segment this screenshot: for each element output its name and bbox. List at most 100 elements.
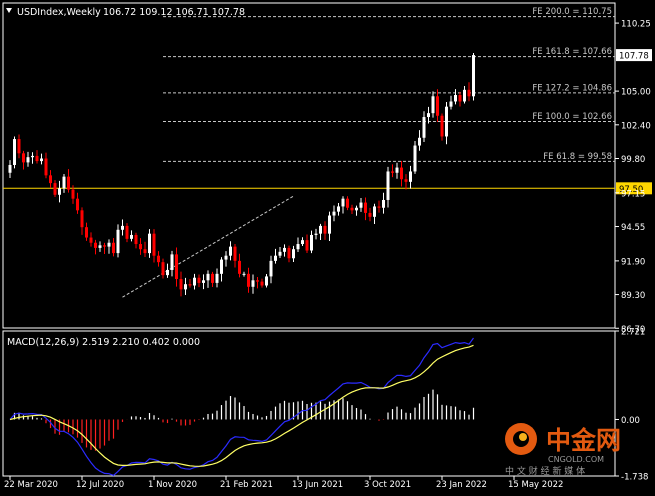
logo-dot	[519, 433, 527, 441]
time-tick-label: 13 Jun 2021	[292, 480, 343, 490]
candle-body	[341, 198, 345, 207]
candle-body	[8, 164, 12, 173]
price-tick-label: 94.55	[621, 223, 645, 233]
price-panel-frame	[2, 2, 616, 329]
candle-body	[67, 176, 70, 190]
candle-body	[157, 255, 160, 263]
last-price-tag-text: 107.78	[619, 52, 649, 62]
candle-body	[301, 240, 304, 245]
candle-body	[391, 171, 394, 173]
candle-body	[251, 280, 255, 287]
candle-body	[125, 225, 129, 239]
time-tick-label: 1 Nov 2020	[148, 480, 197, 490]
candle-body	[31, 155, 34, 158]
collapse-triangle-icon[interactable]	[6, 8, 12, 13]
candle-body	[80, 210, 84, 228]
candle-body	[373, 206, 376, 217]
candle-body	[256, 280, 259, 282]
macd-axis: 2.721 0.00 -1.738	[615, 328, 648, 483]
candle-body	[103, 245, 106, 247]
candle-body	[76, 198, 79, 211]
candle-body	[220, 259, 223, 274]
fib-level-label: FE 100.0 = 102.66	[532, 112, 612, 122]
candle-body	[49, 175, 52, 184]
candle-body	[440, 115, 444, 137]
macd-tick-label: 0.00	[621, 416, 640, 426]
candle-body	[202, 280, 205, 283]
candle-body	[359, 202, 363, 208]
candle-body	[116, 229, 120, 254]
candle-body	[40, 158, 43, 162]
fib-level-label: FE 161.8 = 107.66	[532, 47, 612, 57]
candle-body	[274, 255, 277, 261]
candle-body	[139, 244, 142, 250]
price-tick-label: 89.30	[621, 291, 645, 301]
candle-body	[94, 242, 97, 248]
candle-body	[310, 234, 313, 251]
candle-body	[53, 183, 57, 195]
candle-body	[337, 206, 340, 212]
candle-body	[247, 273, 250, 287]
candle-body	[350, 207, 354, 211]
candle-body	[355, 207, 358, 211]
candle-body	[445, 106, 448, 137]
price-tick-label: 99.80	[621, 155, 645, 165]
candle-body	[431, 96, 435, 114]
signal-line	[9, 344, 474, 467]
candle-body	[193, 277, 196, 286]
candle-body	[436, 96, 439, 116]
macd-tick-label: 2.721	[621, 328, 645, 338]
candle-body	[458, 95, 462, 102]
fibonacci-levels: FE 200.0 = 110.75 FE 161.8 = 107.66 FE 127…	[163, 7, 615, 162]
candle-body	[170, 254, 174, 270]
candle-body	[62, 176, 66, 189]
candle-body	[215, 273, 219, 283]
time-tick-label: 21 Feb 2021	[220, 480, 273, 490]
candle-body	[98, 245, 102, 248]
candle-body	[386, 171, 390, 200]
fib-level-label: FE 127.2 = 104.86	[532, 83, 612, 93]
candle-body	[242, 273, 246, 275]
macd-header: MACD(12,26,9) 2.519 2.210 0.402 0.000	[7, 337, 200, 348]
candle-body	[332, 211, 336, 216]
time-tick-label: 12 Jul 2020	[76, 480, 124, 490]
fib-level-label: FE 61.8 = 99.58	[543, 152, 612, 162]
candle-body	[148, 233, 151, 254]
candle-body	[395, 167, 399, 173]
candle-body	[71, 189, 75, 199]
candle-body	[44, 158, 48, 176]
candle-body	[382, 199, 385, 208]
candle-body	[364, 202, 367, 213]
candle-body	[377, 206, 381, 208]
time-tick-label: 23 Jan 2022	[436, 480, 487, 490]
time-tick-label: 22 Mar 2020	[4, 480, 58, 490]
horizontal-line-97-50[interactable]: 97.50	[3, 182, 652, 195]
price-tick-label: 105.00	[621, 88, 651, 98]
price-axis: 110.25 105.00 102.40 99.80 97.15 94.55 91.90 89…	[615, 20, 652, 335]
candle-body	[197, 277, 201, 283]
candle-body	[188, 284, 192, 286]
candle-body	[278, 251, 282, 256]
candle-body	[175, 254, 178, 280]
candle-body	[112, 242, 115, 254]
candle-body	[454, 95, 457, 102]
candle-body	[13, 139, 16, 165]
time-tick-label: 3 Oct 2021	[364, 480, 411, 490]
candle-body	[224, 255, 228, 260]
candle-body	[463, 89, 466, 102]
logo-url: CNGOLD.COM	[548, 455, 604, 464]
candle-body	[422, 117, 426, 138]
candle-body	[166, 269, 169, 276]
candle-body	[449, 101, 453, 107]
candle-body	[130, 234, 133, 239]
candle-body	[238, 260, 241, 274]
chart-svg: USDIndex,Weekly 106.72 109.12 106.71 107…	[2, 2, 652, 490]
candle-body	[265, 276, 268, 286]
candle-body	[292, 249, 295, 259]
candle-body	[346, 198, 349, 208]
candle-body	[107, 242, 111, 247]
candle-body	[143, 249, 147, 254]
price-tick-label: 110.25	[621, 20, 651, 30]
candle-body	[472, 55, 475, 97]
candle-body	[467, 89, 471, 97]
